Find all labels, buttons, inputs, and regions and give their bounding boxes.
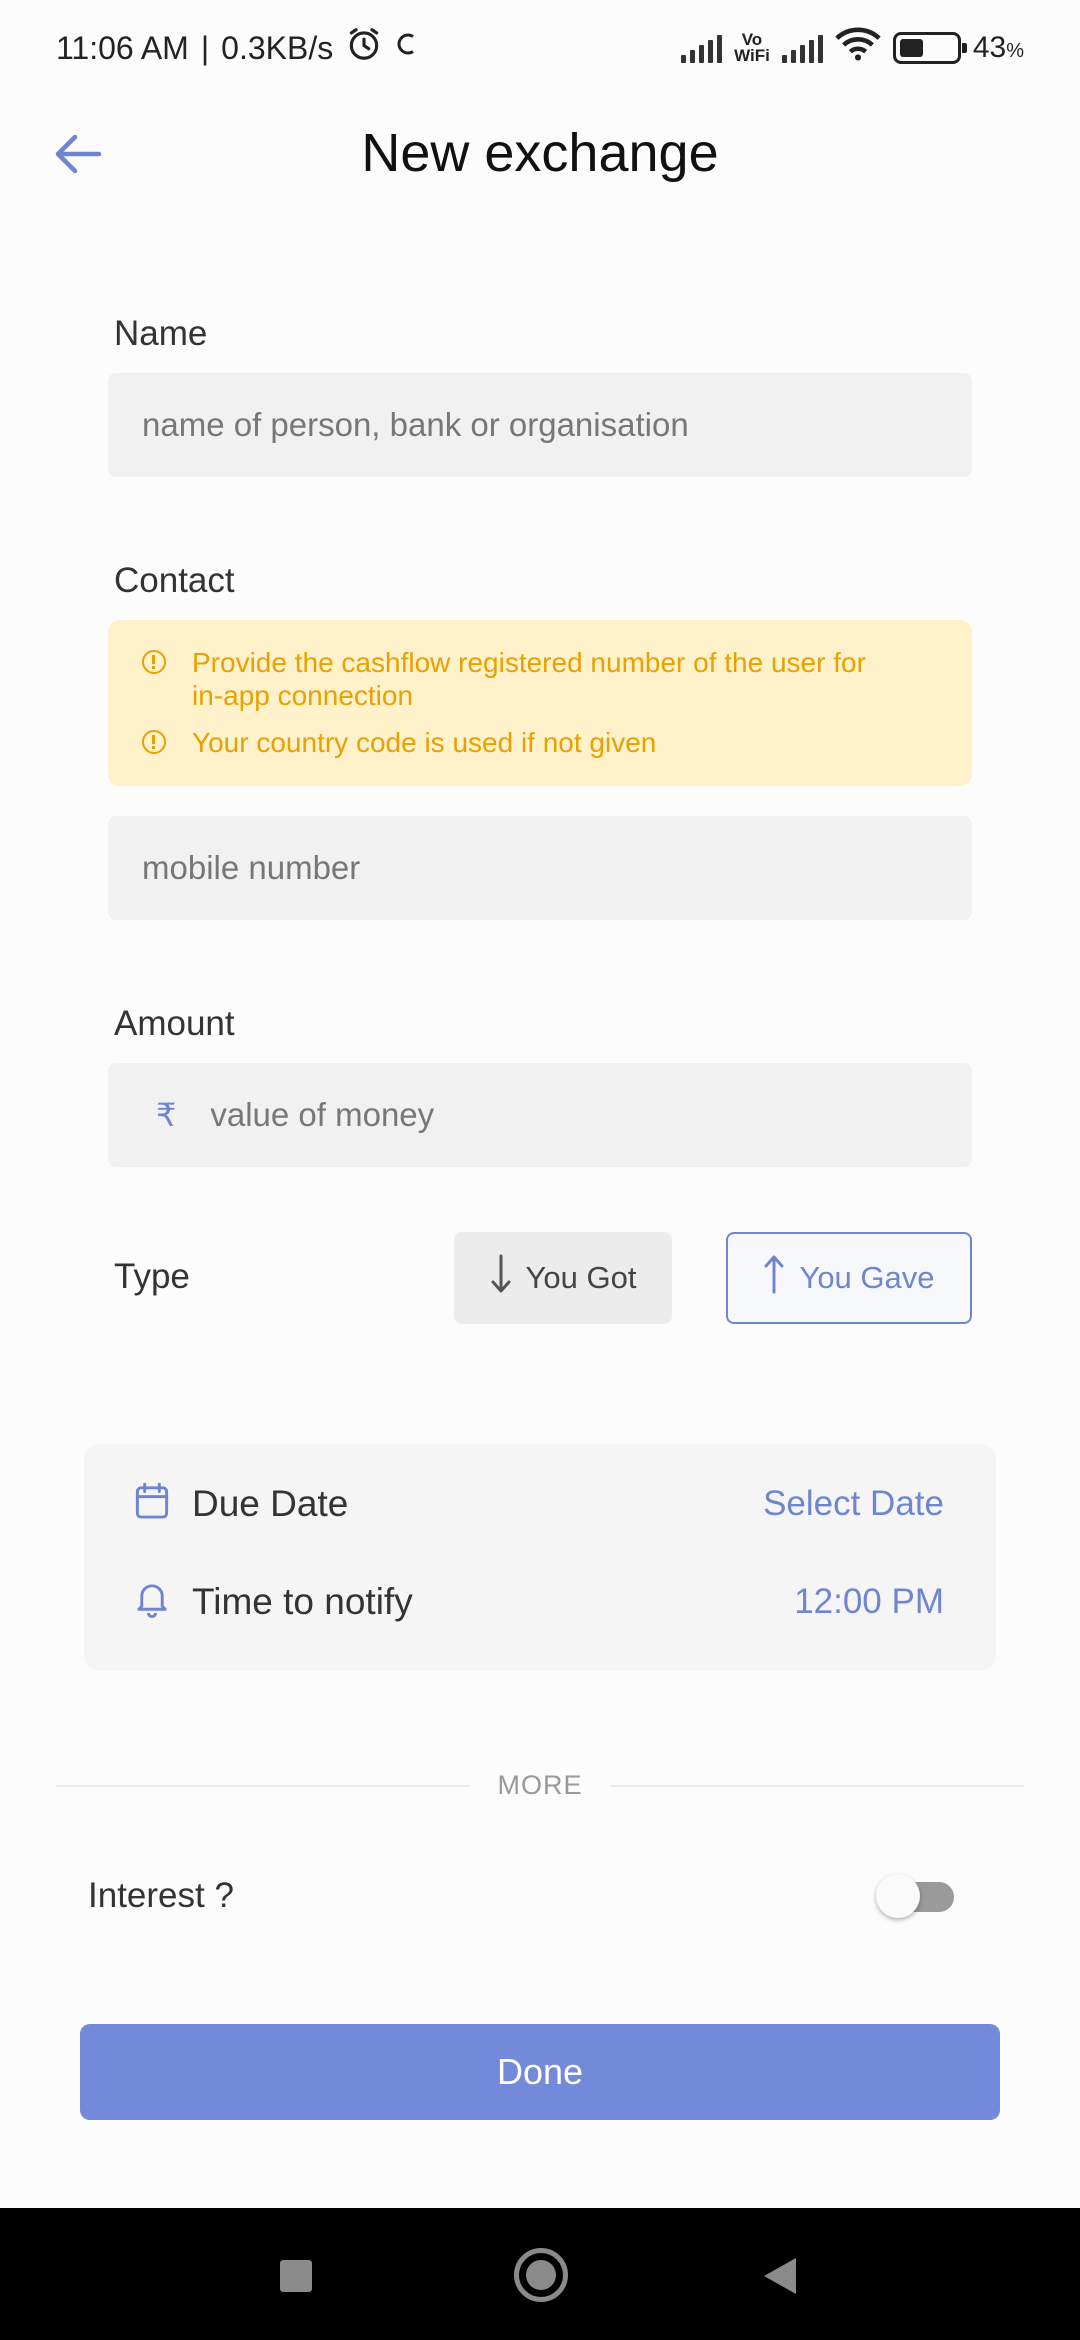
home-button[interactable]	[514, 2248, 568, 2302]
name-placeholder: name of person, bank or organisation	[142, 406, 689, 443]
mobile-placeholder: mobile number	[142, 849, 361, 886]
notify-time-row[interactable]: Time to notify 12:00 PM	[134, 1580, 944, 1623]
mobile-number-input[interactable]: mobile number	[108, 816, 972, 920]
battery-fill	[899, 39, 924, 57]
system-back-button[interactable]	[764, 2258, 796, 2294]
status-left: 11:06 AM | 0.3KB/s	[56, 25, 419, 71]
vowifi-bottom: WiFi	[734, 46, 770, 65]
calendar-icon	[134, 1482, 170, 1525]
bell-icon	[134, 1580, 170, 1623]
you-gave-label: You Gave	[799, 1260, 935, 1295]
amount-label: Amount	[114, 1004, 235, 1043]
you-got-label: You Got	[525, 1260, 637, 1295]
contact-info-box: Provide the cashflow registered number o…	[108, 620, 972, 786]
interest-row: Interest ?	[88, 1860, 956, 1932]
arrow-up-icon	[763, 1254, 785, 1302]
rupee-icon: ₹	[156, 1097, 177, 1133]
info-text: Provide the cashflow registered number o…	[192, 647, 866, 711]
battery-percent: 43%	[973, 31, 1024, 65]
sync-icon	[395, 29, 419, 67]
due-date-row[interactable]: Due Date Select Date	[134, 1482, 944, 1525]
interest-toggle[interactable]	[876, 1874, 956, 1918]
recent-apps-button[interactable]	[280, 2260, 312, 2292]
vowifi-indicator: Vo WiFi	[734, 31, 770, 65]
due-date-label: Due Date	[192, 1482, 349, 1524]
done-button[interactable]: Done	[80, 2024, 1000, 2120]
wifi-icon	[835, 26, 881, 70]
type-label: Type	[114, 1257, 190, 1296]
you-gave-button[interactable]: You Gave	[726, 1232, 972, 1324]
select-date-link[interactable]: Select Date	[763, 1484, 944, 1524]
status-bar: 11:06 AM | 0.3KB/s Vo WiFi 43%	[0, 0, 1080, 96]
more-label: MORE	[497, 1770, 583, 1800]
divider-line	[610, 1784, 1024, 1787]
battery-icon	[892, 32, 967, 64]
name-label: Name	[114, 314, 208, 353]
system-nav-bar	[0, 2208, 1080, 2340]
schedule-card: Due Date Select Date Time to notify 12:0…	[84, 1444, 996, 1670]
divider-line	[56, 1784, 470, 1787]
notify-label: Time to notify	[192, 1580, 413, 1622]
status-separator: |	[200, 29, 210, 66]
notify-time-value[interactable]: 12:00 PM	[794, 1582, 944, 1622]
info-row: Your country code is used if not given	[142, 726, 938, 759]
info-row: Provide the cashflow registered number o…	[142, 646, 938, 712]
contact-label: Contact	[114, 561, 235, 600]
you-got-button[interactable]: You Got	[454, 1232, 672, 1324]
status-right: Vo WiFi 43%	[681, 26, 1024, 70]
battery-unit: %	[1006, 40, 1024, 62]
interest-label: Interest ?	[88, 1876, 234, 1915]
toggle-knob	[876, 1874, 920, 1918]
name-input[interactable]: name of person, bank or organisation	[108, 373, 972, 477]
signal-icon-2	[781, 33, 823, 63]
more-divider: MORE	[56, 1770, 1024, 1801]
header: New exchange	[0, 96, 1080, 216]
alarm-icon	[345, 25, 383, 71]
info-text: Your country code is used if not given	[192, 727, 657, 758]
status-net-speed: 0.3KB/s	[221, 29, 334, 66]
arrow-down-icon	[490, 1254, 512, 1302]
status-time: 11:06 AM	[56, 29, 189, 66]
info-icon	[142, 730, 166, 754]
page-title: New exchange	[361, 123, 719, 183]
battery-value: 43	[972, 31, 1007, 64]
info-icon	[142, 650, 166, 674]
amount-placeholder: value of money	[210, 1096, 435, 1133]
amount-input[interactable]: ₹ value of money	[108, 1063, 972, 1167]
signal-icon	[681, 33, 723, 63]
